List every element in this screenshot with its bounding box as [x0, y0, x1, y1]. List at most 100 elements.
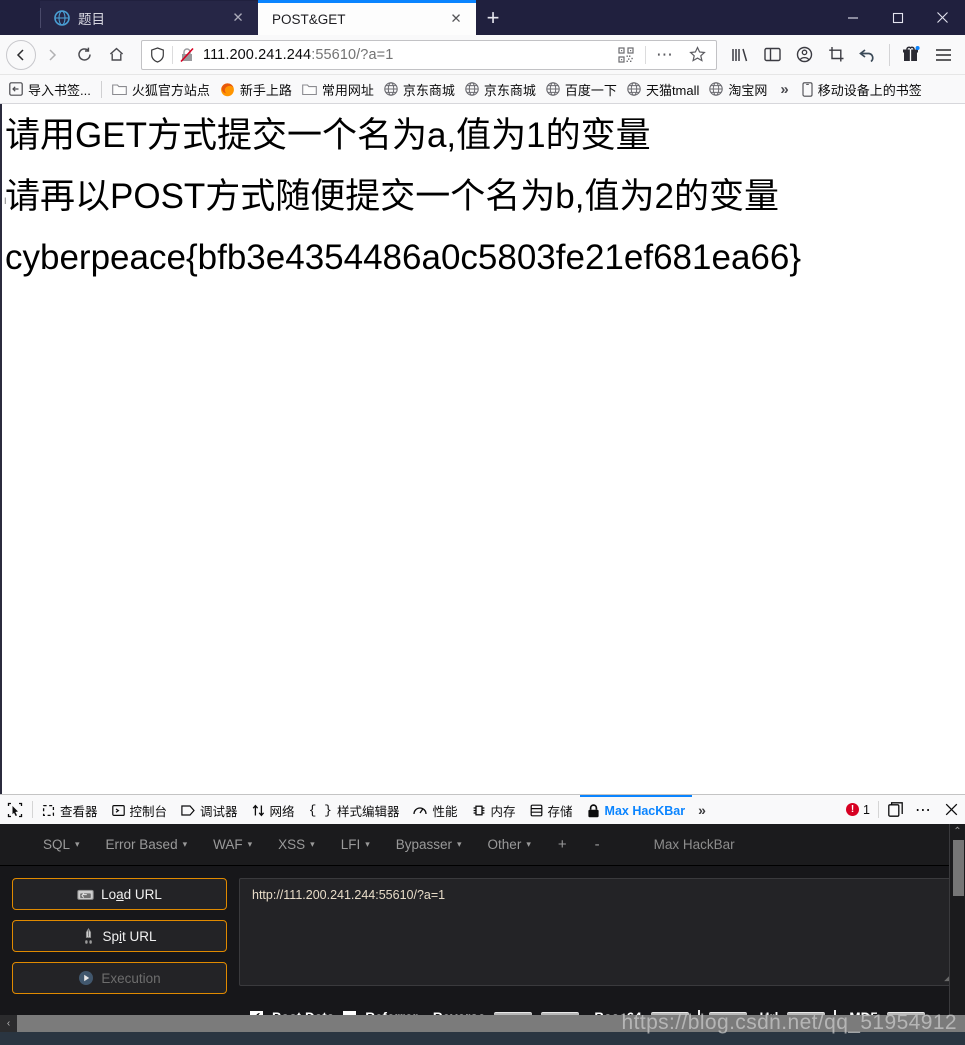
devtools-tab-console[interactable]: 控制台: [105, 795, 175, 824]
devtools-tab-performance[interactable]: 性能: [406, 795, 464, 824]
button-label: Execution: [101, 970, 161, 986]
chevron-down-icon: ▾: [75, 839, 80, 849]
bookmark-mobile-folder[interactable]: 移动设备上的书签: [797, 78, 927, 101]
url-bar[interactable]: 111.200.241.244:55610/?a=1 ⋯: [141, 39, 717, 71]
maximize-button[interactable]: [875, 3, 920, 33]
globe-icon: [546, 82, 560, 96]
browser-tab-inactive[interactable]: 题目 ✕: [40, 1, 258, 35]
page-actions-button[interactable]: ⋯: [649, 39, 681, 71]
bookmark-label: 移动设备上的书签: [817, 82, 922, 98]
gift-icon[interactable]: [895, 39, 927, 71]
bookmark-item[interactable]: 京东商城: [379, 78, 460, 101]
error-count-label: 1: [863, 802, 870, 817]
folder-icon: [111, 83, 127, 96]
library-icon[interactable]: [724, 39, 756, 71]
bookmark-item[interactable]: 常用网址: [297, 78, 379, 101]
devtools-tab-memory[interactable]: 内存: [465, 795, 523, 824]
forward-button[interactable]: [36, 39, 68, 71]
import-icon: [9, 82, 23, 96]
inspector-icon: [42, 804, 55, 817]
devtools-tab-storage[interactable]: 存储: [523, 795, 580, 824]
hackbar-menu-sql[interactable]: SQL ▾: [30, 837, 93, 852]
url-bar-actions: ⋯: [610, 39, 713, 71]
app-menu-button[interactable]: [927, 39, 959, 71]
bookmark-import-button[interactable]: 导入书签...: [4, 78, 96, 101]
devtools-meatball-menu[interactable]: ⋯: [909, 795, 937, 824]
back-button[interactable]: [6, 39, 36, 70]
devtools-tab-style-editor[interactable]: { } 样式编辑器: [302, 795, 407, 824]
menu-label: WAF: [213, 837, 243, 852]
hackbar-menu-waf[interactable]: WAF ▾: [200, 837, 265, 852]
tab-strip: 题目 ✕ POST&GET ✕ +: [0, 0, 830, 35]
hackbar-menu-bypasser[interactable]: Bypasser ▾: [383, 837, 475, 852]
hackbar-menu-xss[interactable]: XSS ▾: [265, 837, 328, 852]
devtools-toolbar: 查看器 控制台 调试器 网络 {} 样式编辑器 性能 内存 存储 Max Ha…: [0, 794, 965, 824]
devtools-tab-inspector[interactable]: 查看器: [35, 795, 105, 824]
menu-label: Other: [487, 837, 522, 852]
devtools-error-counter[interactable]: ! 1: [840, 795, 876, 824]
horizontal-scrollbar[interactable]: ‹: [0, 1015, 965, 1032]
minimize-button[interactable]: [830, 3, 875, 33]
hackbar-remove-button[interactable]: -: [581, 836, 614, 853]
scrollbar-thumb[interactable]: [953, 840, 964, 896]
undo-arrow-icon[interactable]: [852, 39, 884, 71]
tab-close-icon[interactable]: ✕: [446, 9, 466, 29]
bookmark-item[interactable]: 百度一下: [541, 78, 622, 101]
bookmark-label: 京东商城: [483, 82, 536, 98]
devtools-tab-label: 性能: [432, 805, 458, 819]
menu-label: Bypasser: [395, 837, 453, 852]
bookmark-star-icon[interactable]: [681, 39, 713, 71]
devtools-separator-2: [878, 801, 879, 818]
dock-icon[interactable]: [881, 795, 909, 824]
new-tab-button[interactable]: +: [476, 1, 510, 35]
qr-code-icon[interactable]: [610, 39, 642, 71]
devtools-separator: [32, 801, 33, 818]
hackbar-add-button[interactable]: +: [544, 836, 581, 853]
hackbar-vertical-scrollbar[interactable]: ⌃ ⌄: [949, 824, 965, 1045]
scroll-left-arrow-icon[interactable]: ‹: [0, 1015, 17, 1032]
error-badge-icon: !: [846, 803, 860, 816]
globe-icon: [627, 82, 641, 96]
screenshot-icon[interactable]: [820, 39, 852, 71]
account-icon[interactable]: [788, 39, 820, 71]
devtools-tab-debugger[interactable]: 调试器: [174, 795, 245, 824]
devtools-overflow-button[interactable]: »: [692, 795, 712, 824]
bookmark-item[interactable]: 新手上路: [215, 78, 297, 101]
text-caret-marker: I: [4, 196, 7, 206]
hackbar-menu-lfi[interactable]: LFI ▾: [328, 837, 383, 852]
bookmark-item[interactable]: 淘宝网: [704, 78, 772, 101]
bookmark-item[interactable]: 天猫tmall: [622, 78, 704, 101]
devtools-tab-label: 存储: [547, 805, 573, 819]
url-rest: :55610/?a=1: [311, 46, 394, 63]
hackbar-menu-error-based[interactable]: Error Based ▾: [93, 837, 201, 852]
chevron-down-icon: ▾: [310, 839, 315, 849]
bookmarks-overflow-button[interactable]: »: [772, 81, 796, 98]
devtools-tab-label: 查看器: [60, 805, 98, 819]
browser-tab-active[interactable]: POST&GET ✕: [258, 0, 476, 35]
url-text[interactable]: 111.200.241.244:55610/?a=1: [198, 47, 610, 63]
close-button[interactable]: [920, 3, 965, 33]
load-url-button[interactable]: Load URL: [12, 878, 227, 910]
spit-url-button[interactable]: Spit URL: [12, 920, 227, 952]
page-flag-text: cyberpeace{bfb3e4354486a0c5803fe21ef681e…: [5, 238, 802, 277]
element-picker-icon[interactable]: [0, 795, 30, 824]
sidebar-icon[interactable]: [756, 39, 788, 71]
chevron-down-icon: ▾: [365, 839, 370, 849]
menu-label: Error Based: [105, 837, 178, 852]
hackbar-url-textarea[interactable]: http://111.200.241.244:55610/?a=1 ◢: [239, 878, 955, 986]
broken-lock-icon[interactable]: [176, 47, 198, 63]
devtools-tab-label: 内存: [490, 805, 516, 819]
reload-button[interactable]: [68, 39, 100, 71]
hackbar-menu-other[interactable]: Other ▾: [475, 837, 544, 852]
bookmark-item[interactable]: 京东商城: [460, 78, 541, 101]
tab-close-icon[interactable]: ✕: [228, 8, 248, 28]
home-button[interactable]: [100, 39, 132, 71]
devtools-tab-max-hackbar[interactable]: Max HacKBar: [579, 795, 693, 824]
execution-button[interactable]: Execution: [12, 962, 227, 994]
devtools-tab-network[interactable]: 网络: [245, 795, 302, 824]
scroll-up-arrow-icon[interactable]: ⌃: [953, 826, 961, 837]
devtools-close-button[interactable]: [937, 795, 965, 824]
button-label: Spit URL: [102, 928, 157, 944]
tracking-protection-shield-icon[interactable]: [145, 46, 169, 63]
bookmark-item[interactable]: 火狐官方站点: [107, 78, 215, 101]
